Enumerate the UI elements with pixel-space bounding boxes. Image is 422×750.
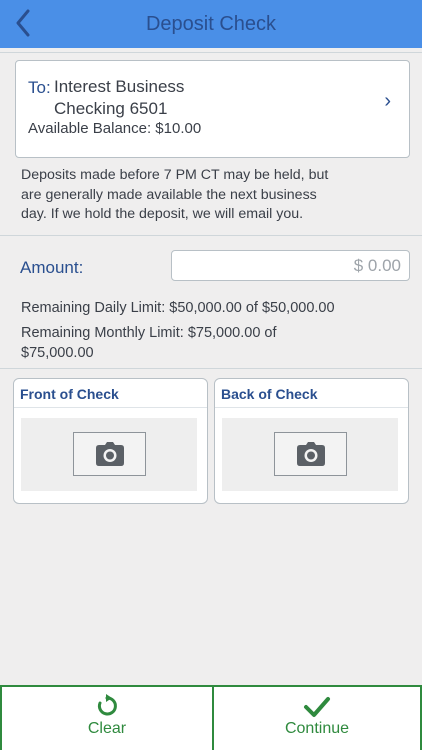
limits-divider [0, 368, 422, 369]
to-account-selector[interactable]: To: Interest Business Checking 6501 Avai… [15, 60, 410, 158]
continue-label: Continue [284, 720, 350, 737]
front-photo-area[interactable] [21, 418, 197, 491]
daily-limit: Remaining Daily Limit: $50,000.00 of $50… [21, 300, 335, 316]
continue-button[interactable]: Continue [212, 687, 422, 750]
account-name: Interest Business Checking 6501 [54, 76, 184, 120]
card-divider [14, 407, 207, 408]
camera-icon [296, 442, 325, 466]
bottom-action-bar: Clear Continue [0, 685, 422, 750]
header-divider [0, 52, 422, 53]
app-header: Deposit Check [0, 0, 422, 48]
front-camera-button[interactable] [73, 432, 146, 476]
back-of-check-label: Back of Check [221, 386, 318, 402]
amount-input[interactable] [171, 250, 410, 281]
clear-label: Clear [87, 720, 127, 737]
camera-icon [95, 442, 124, 466]
checkmark-icon [304, 697, 330, 717]
refresh-icon [97, 694, 117, 716]
back-button[interactable] [10, 6, 36, 40]
monthly-limit: Remaining Monthly Limit: $75,000.00 of $… [21, 325, 277, 361]
amount-label: Amount: [20, 258, 84, 277]
notice-divider [0, 235, 422, 236]
deposit-notice: Deposits made before 7 PM CT may be held… [21, 167, 329, 222]
page-title: Deposit Check [145, 12, 277, 35]
front-of-check-card[interactable]: Front of Check [13, 378, 208, 504]
card-divider [215, 407, 408, 408]
available-balance: Available Balance: $10.00 [28, 120, 202, 137]
back-camera-button[interactable] [274, 432, 347, 476]
chevron-right-icon: › [384, 90, 391, 112]
to-label: To: [28, 78, 51, 97]
back-photo-area[interactable] [222, 418, 398, 491]
chevron-left-icon [16, 9, 30, 37]
front-of-check-label: Front of Check [20, 386, 119, 402]
account-name-line2: Checking 6501 [54, 99, 168, 118]
clear-button[interactable]: Clear [0, 687, 212, 750]
back-of-check-card[interactable]: Back of Check [214, 378, 409, 504]
account-name-line1: Interest Business [54, 77, 185, 96]
